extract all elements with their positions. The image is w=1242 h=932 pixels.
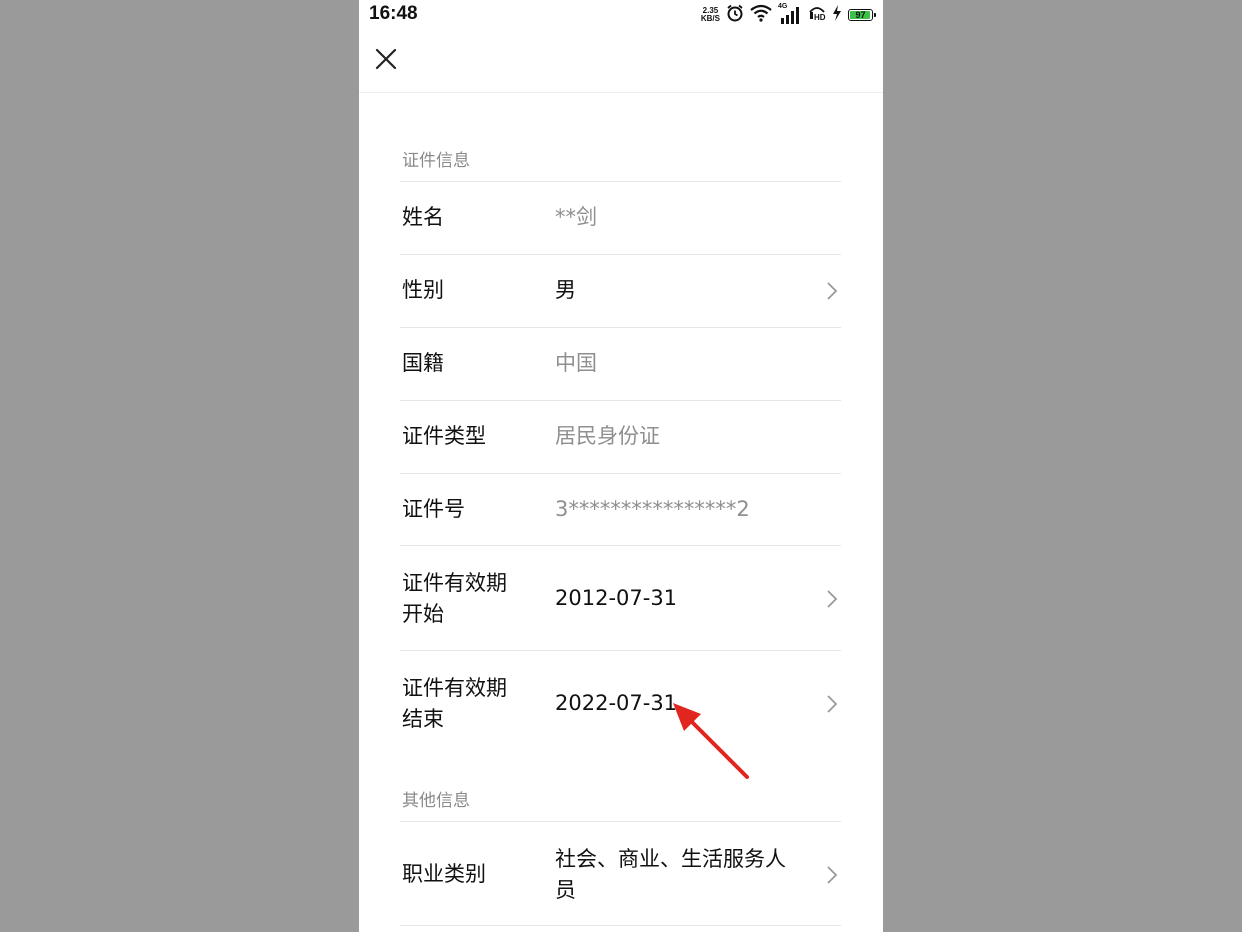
row-id-valid-end[interactable]: 证件有效期 结束 2022-07-31 [400,650,841,755]
chevron-right-icon [827,695,838,713]
status-time: 16:48 [369,3,418,24]
alarm-icon [726,4,744,26]
close-icon [375,48,397,70]
status-icons: 2.35 KB/S 4G HD 97 [701,3,876,26]
row-value: 3****************2 [555,497,750,521]
row-value: 社会、商业、生活服务人员 [555,847,786,902]
hd-icon: HD [808,4,826,26]
row-id-valid-start[interactable]: 证件有效期 开始 2012-07-31 [400,545,841,650]
row-id-number: 证件号 3****************2 [400,473,841,545]
row-label: 职业类别 [402,862,486,886]
nav-bar [359,30,883,93]
row-value: 2012-07-31 [555,586,678,610]
row-label: 性别 [402,278,444,302]
wifi-icon [750,4,772,26]
row-value: 居民身份证 [555,424,660,448]
phone-screen: 16:48 2.35 KB/S 4G HD 97 证件信息 姓名 **剑 性别 … [359,0,883,932]
row-label: 证件号 [402,497,465,521]
section-title-id-info: 证件信息 [402,151,470,171]
row-label: 证件有效期 结束 [402,676,507,731]
section-title-other-info: 其他信息 [402,791,470,811]
charging-icon [832,5,842,25]
row-occupation[interactable]: 职业类别 社会、商业、生活服务人员 [400,821,841,926]
battery-icon: 97 [848,9,876,21]
row-label: 国籍 [402,351,444,375]
row-label: 证件类型 [402,424,486,448]
row-gender[interactable]: 性别 男 [400,254,841,327]
close-button[interactable] [371,44,401,74]
row-value: 男 [555,278,576,302]
chevron-right-icon [827,866,838,884]
row-label: 姓名 [402,205,444,229]
net-speed-unit: KB/S [700,14,720,23]
row-nationality: 国籍 中国 [400,327,841,400]
annotation-arrow [673,703,749,779]
signal-icon: 4G [778,3,802,25]
status-bar: 16:48 2.35 KB/S 4G HD 97 [359,0,883,30]
row-name: 姓名 **剑 [400,181,841,254]
row-value: 中国 [555,351,597,375]
net-speed: 2.35 KB/S [701,7,720,23]
chevron-right-icon [827,590,838,608]
row-value: **剑 [555,205,597,229]
svg-text:HD: HD [814,13,826,22]
row-id-type: 证件类型 居民身份证 [400,400,841,473]
row-label: 证件有效期 开始 [402,571,507,626]
battery-level: 97 [855,10,866,20]
chevron-right-icon [827,282,838,300]
